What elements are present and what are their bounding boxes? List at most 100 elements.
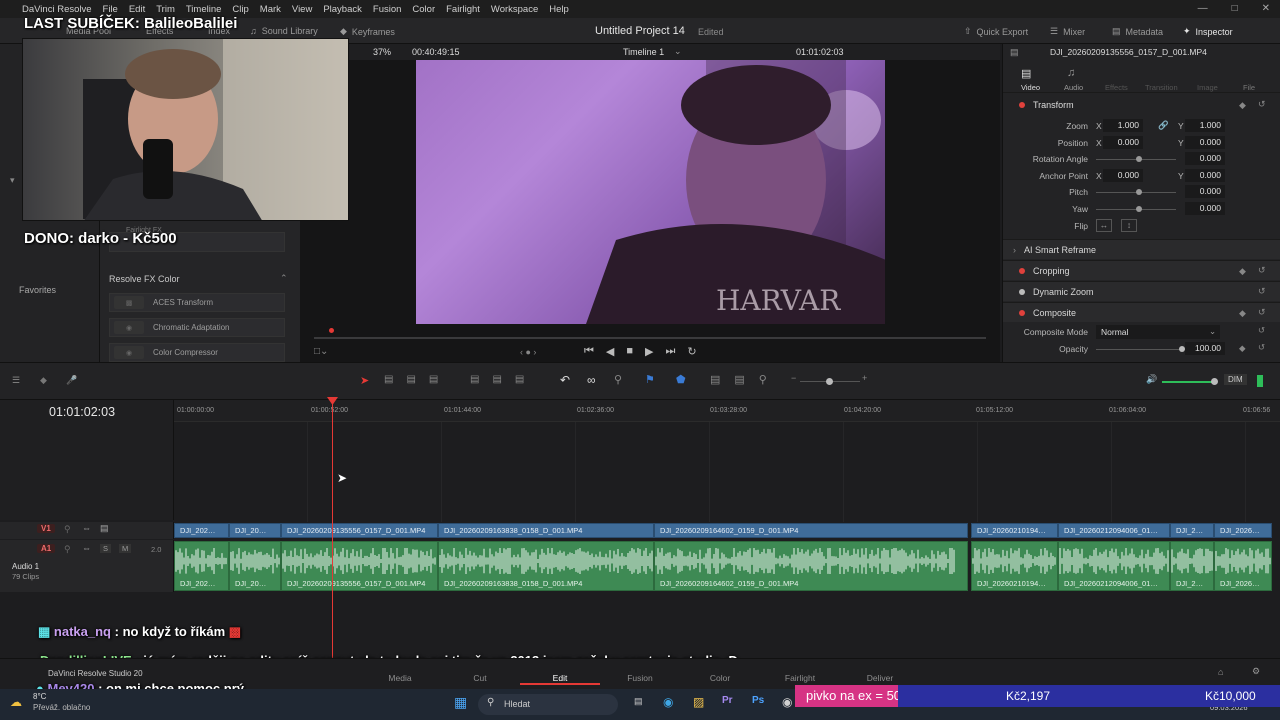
flip-horizontal-icon[interactable]: ↔ xyxy=(1096,219,1112,232)
dynamic-zoom-enable-icon[interactable] xyxy=(1019,289,1025,295)
scrubber-playhead[interactable] xyxy=(329,328,334,333)
transform-enable-icon[interactable] xyxy=(1019,102,1025,108)
menu-playback[interactable]: Playback xyxy=(323,4,362,15)
windows-start-icon[interactable]: ▦ xyxy=(454,694,467,711)
video-clip[interactable]: DJI_20260209135556_0157_D_001.MP4 xyxy=(281,523,438,538)
slider-knob[interactable] xyxy=(1136,156,1142,162)
layout-icon[interactable]: ☰ xyxy=(12,375,20,386)
page-deliver[interactable]: Deliver xyxy=(840,673,920,683)
effects-toggle-icon[interactable]: ◆ xyxy=(40,375,47,386)
audio-clip[interactable]: DJI_20260212094006_01… xyxy=(1058,541,1170,591)
zoom-mode-icons[interactable]: ▤▤⚲ xyxy=(710,373,781,386)
marker-icon[interactable]: ⬟ xyxy=(676,373,686,386)
position-y-field[interactable]: 0.000 xyxy=(1185,136,1225,149)
menu-clip[interactable]: Clip xyxy=(232,4,248,15)
audio-clip[interactable]: DJI_20… xyxy=(229,541,281,591)
auto-select-icon[interactable]: ⇔ xyxy=(82,523,91,533)
sound-library-button[interactable]: ♫ Sound Library xyxy=(250,26,318,36)
snap-icon[interactable]: ↶ xyxy=(560,373,570,387)
slider-knob[interactable] xyxy=(826,378,833,385)
taskbar-search[interactable]: ⚲ Hledat xyxy=(478,694,618,715)
safe-area-icon[interactable]: □⌄ xyxy=(314,346,328,357)
jog-control[interactable]: ‹ ● › xyxy=(520,347,536,357)
audio-clip[interactable]: DJI_20260209163838_0158_D_001.MP4 xyxy=(438,541,654,591)
stop-icon[interactable]: ■ xyxy=(626,345,633,358)
tab-video[interactable]: Video xyxy=(1021,83,1040,92)
fx-chromatic-adaptation[interactable]: ◉ Chromatic Adaptation xyxy=(109,318,285,337)
auto-select-icon[interactable]: ⇔ xyxy=(82,543,91,553)
tab-file[interactable]: File xyxy=(1243,83,1255,92)
link-icon[interactable]: ∞ xyxy=(587,373,596,387)
gear-icon[interactable]: ⚙ xyxy=(1252,666,1260,677)
audio-clip[interactable]: DJI_20260209135556_0157_D_001.MP4 xyxy=(281,541,438,591)
keyframes-button[interactable]: ◆ Keyframes xyxy=(340,26,395,37)
anchor-y-field[interactable]: 0.000 xyxy=(1185,169,1225,182)
flip-vertical-icon[interactable]: ↕ xyxy=(1121,219,1137,232)
page-edit[interactable]: Edit xyxy=(520,673,600,685)
zoom-x-field[interactable]: 1.000 xyxy=(1103,119,1143,132)
slider-knob[interactable] xyxy=(1136,189,1142,195)
a1-label[interactable]: A1 xyxy=(37,544,56,553)
keyframe-icon[interactable]: ◆ xyxy=(1239,266,1246,277)
opacity-field[interactable]: 100.00 xyxy=(1185,342,1225,355)
lock-icon[interactable]: ⚲ xyxy=(64,544,71,555)
fx-color-compressor[interactable]: ◉ Color Compressor xyxy=(109,343,285,362)
page-media[interactable]: Media xyxy=(360,673,440,683)
timeline-playhead[interactable] xyxy=(332,398,333,658)
timeline-ruler[interactable]: 01:00:00:00 01:00:52:00 01:01:44:00 01:0… xyxy=(174,400,1280,422)
keyframe-icon[interactable]: ◆ xyxy=(1239,343,1246,354)
position-x-field[interactable]: 0.000 xyxy=(1103,136,1143,149)
video-clip[interactable]: DJI_202… xyxy=(174,523,229,538)
microphone-icon[interactable]: 🎤 xyxy=(66,375,77,386)
solo-button[interactable]: S xyxy=(100,544,112,553)
speaker-icon[interactable]: 🔊 xyxy=(1146,374,1157,385)
reverse-icon[interactable]: ◀ xyxy=(606,345,614,358)
volume-slider[interactable] xyxy=(1162,381,1214,383)
menu-trim[interactable]: Trim xyxy=(156,4,175,15)
video-clip[interactable]: DJI_2026… xyxy=(1214,523,1272,538)
metadata-button[interactable]: ▤ Metadata xyxy=(1112,26,1163,37)
video-clip[interactable]: DJI_20260209164602_0159_D_001.MP4 xyxy=(654,523,968,538)
menu-edit[interactable]: Edit xyxy=(129,4,145,15)
transform-header[interactable]: Transform xyxy=(1033,100,1074,110)
lock-icon[interactable]: ⚲ xyxy=(64,524,71,535)
mute-button[interactable]: M xyxy=(119,544,132,553)
audio-clip[interactable]: DJI_20260210194… xyxy=(971,541,1058,591)
v1-label[interactable]: V1 xyxy=(37,524,55,533)
slider-knob[interactable] xyxy=(1136,206,1142,212)
quick-export-button[interactable]: ⇧ Quick Export xyxy=(964,26,1028,37)
favorites-label[interactable]: Favorites xyxy=(19,285,56,295)
page-fusion[interactable]: Fusion xyxy=(600,673,680,683)
video-clip[interactable]: DJI_20… xyxy=(229,523,281,538)
zoom-in-icon[interactable]: + xyxy=(862,373,867,383)
reset-icon[interactable]: ↺ xyxy=(1258,286,1266,297)
pitch-field[interactable]: 0.000 xyxy=(1185,185,1225,198)
insert-mode-icons[interactable]: ▤▤▤ xyxy=(470,374,537,385)
timeline-dropdown[interactable]: Timeline 1 xyxy=(623,47,664,57)
yaw-field[interactable]: 0.000 xyxy=(1185,202,1225,215)
zoom-dropdown[interactable]: 37% xyxy=(373,47,391,57)
flag-icon[interactable]: ⚑ xyxy=(645,373,655,386)
file-explorer-icon[interactable]: ▨ xyxy=(693,695,704,709)
keyframe-icon[interactable]: ◆ xyxy=(1239,308,1246,319)
ai-smart-reframe-section[interactable]: › AI Smart Reframe xyxy=(1003,239,1280,259)
zoom-out-icon[interactable]: − xyxy=(791,373,796,383)
expand-icon[interactable]: ▾ xyxy=(10,175,15,186)
video-clip[interactable]: DJI_20260209163838_0158_D_001.MP4 xyxy=(438,523,654,538)
link-icon[interactable]: 🔗 xyxy=(1158,120,1169,131)
menu-fairlight[interactable]: Fairlight xyxy=(446,4,480,15)
collapse-icon[interactable]: ⌃ xyxy=(280,273,288,284)
tab-audio[interactable]: Audio xyxy=(1064,83,1083,92)
reset-icon[interactable]: ↺ xyxy=(1258,325,1265,336)
dynamic-zoom-section[interactable]: Dynamic Zoom ↺ xyxy=(1003,281,1280,301)
photoshop-icon[interactable]: Ps xyxy=(752,695,764,706)
loop-icon[interactable]: ↻ xyxy=(687,345,696,358)
menu-help[interactable]: Help xyxy=(549,4,569,15)
cropping-section[interactable]: Cropping ◆ ↺ xyxy=(1003,260,1280,280)
menu-workspace[interactable]: Workspace xyxy=(491,4,538,15)
audio-clip[interactable]: DJI_2026… xyxy=(1214,541,1272,591)
reset-icon[interactable]: ↺ xyxy=(1258,342,1265,353)
page-fairlight[interactable]: Fairlight xyxy=(760,673,840,683)
opacity-slider[interactable] xyxy=(1096,349,1180,350)
fx-aces-transform[interactable]: ▩ ACES Transform xyxy=(109,293,285,312)
